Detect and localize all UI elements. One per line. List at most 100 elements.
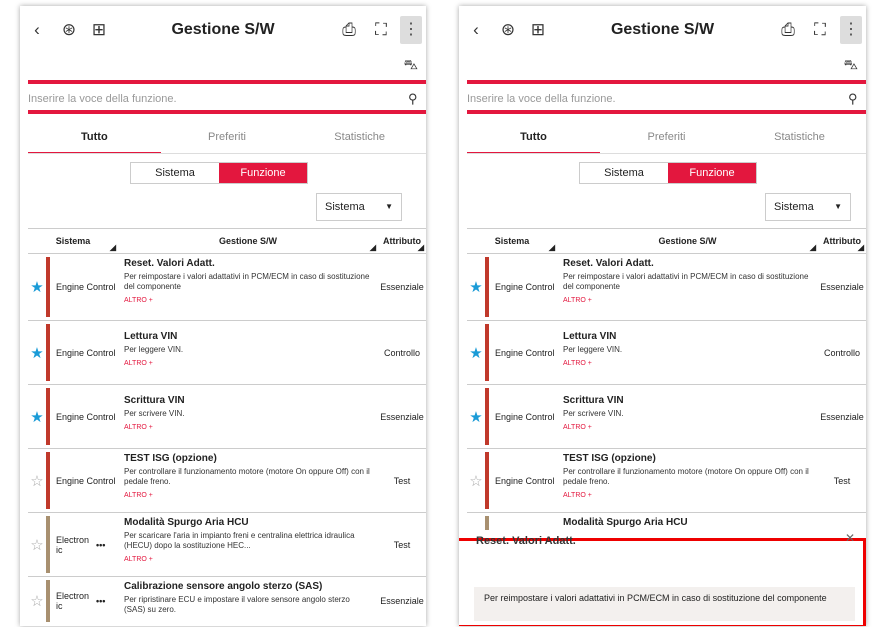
tab-underline — [28, 153, 426, 154]
segment-function[interactable]: Funzione — [219, 163, 307, 183]
attribute: Test — [393, 475, 411, 486]
function-cell: Lettura VIN Per leggere VIN. ALTRO + — [118, 321, 378, 384]
attribute: Controllo — [823, 347, 861, 358]
sort-icon: ◢ — [369, 243, 376, 252]
search-input[interactable]: Inserire la voce della funzione. — [28, 93, 408, 105]
divider — [28, 110, 426, 114]
tab-favorites[interactable]: Preferiti — [600, 124, 733, 154]
search-icon[interactable]: ⚲ — [848, 91, 866, 107]
function-description: Per scrivere VIN. — [563, 409, 624, 418]
more-link[interactable]: ALTRO + — [563, 424, 812, 431]
function-title: Modalità Spurgo Aria HCU — [124, 517, 249, 528]
sort-select[interactable]: Sistema ▼ — [765, 193, 851, 221]
favorite-star-icon[interactable]: ☆ — [28, 449, 46, 512]
attribute: Essenziale — [380, 411, 424, 422]
table-row[interactable]: ★ Engine Control Reset. Valori Adatt. Pe… — [467, 254, 866, 321]
table-row[interactable]: ★ Engine Control Scrittura VIN Per scriv… — [467, 385, 866, 449]
favorite-star-icon[interactable]: ☆ — [467, 449, 485, 512]
description-popup: Reset. Valori Adatt. ✕ Per reimpostare i… — [459, 531, 866, 626]
table-row[interactable]: ☆ Engine Control TEST ISG (opzione) Per … — [467, 449, 866, 513]
tab-statistics[interactable]: Statistiche — [733, 124, 866, 154]
car-icon[interactable]: ⛍ — [404, 56, 418, 75]
more-link[interactable]: ALTRO + — [124, 297, 372, 304]
favorite-star-icon[interactable]: ☆ — [28, 577, 46, 625]
top-bar: ‹ ⊛ ⊞ Gestione S/W ⎙ ⛶ ⋮ — [459, 6, 866, 54]
favorite-star-icon[interactable]: ★ — [28, 254, 46, 320]
print-icon[interactable]: ⎙ — [338, 20, 360, 40]
tab-bar: Tutto Preferiti Statistiche — [28, 124, 426, 154]
table-row[interactable]: ★ Engine Control Lettura VIN Per leggere… — [28, 321, 426, 385]
favorite-star-icon[interactable] — [467, 513, 485, 533]
divider — [28, 80, 426, 84]
tab-all[interactable]: Tutto — [467, 124, 600, 154]
attribute — [818, 513, 866, 533]
close-icon[interactable]: ✕ — [845, 531, 855, 545]
more-link[interactable]: ALTRO + — [124, 556, 372, 563]
table-row[interactable]: ☆ Electron ic ••• Calibrazione sensore an… — [28, 577, 426, 625]
favorite-star-icon[interactable]: ★ — [28, 321, 46, 384]
favorite-star-icon[interactable]: ★ — [467, 321, 485, 384]
search-bar[interactable]: Inserire la voce della funzione. ⚲ — [467, 90, 866, 108]
table-row[interactable]: ★ Engine Control Reset. Valori Adatt. Pe… — [28, 254, 426, 321]
table-row[interactable]: ★ Engine Control Lettura VIN Per leggere… — [467, 321, 866, 385]
favorite-star-icon[interactable]: ☆ — [28, 513, 46, 576]
column-system[interactable]: Sistema ◢ — [467, 236, 557, 252]
more-menu-icon[interactable]: ⋮ — [840, 16, 862, 44]
more-dots-icon[interactable]: ••• — [96, 540, 105, 550]
column-attribute[interactable]: Attributo ◢ — [818, 236, 866, 252]
more-link[interactable]: ALTRO + — [563, 297, 812, 304]
system-name: Engine Control — [56, 347, 116, 358]
function-title: Reset. Valori Adatt. — [563, 258, 654, 269]
favorite-star-icon[interactable]: ★ — [28, 385, 46, 448]
fullscreen-icon[interactable]: ⛶ — [370, 20, 392, 40]
function-title: Modalità Spurgo Aria HCU — [563, 517, 688, 528]
segment-function[interactable]: Funzione — [668, 163, 756, 183]
more-link[interactable]: ALTRO + — [124, 360, 372, 367]
popup-body: Per reimpostare i valori adattativi in P… — [474, 587, 855, 621]
segment-system[interactable]: Sistema — [131, 163, 219, 183]
column-function[interactable]: Gestione S/W ◢ — [118, 236, 378, 252]
more-link[interactable]: ALTRO + — [563, 492, 812, 499]
favorite-star-icon[interactable]: ★ — [467, 385, 485, 448]
function-description: Per scaricare l'aria in impianto freni e… — [124, 531, 355, 550]
column-attribute[interactable]: Attributo ◢ — [378, 236, 426, 252]
function-description: Per reimpostare i valori adattativi in P… — [563, 272, 809, 291]
function-cell: Reset. Valori Adatt. Per reimpostare i v… — [557, 254, 818, 320]
function-cell: Lettura VIN Per leggere VIN. ALTRO + — [557, 321, 818, 384]
more-link[interactable]: ALTRO + — [124, 492, 372, 499]
function-title: Reset. Valori Adatt. — [124, 258, 215, 269]
function-cell: Calibrazione sensore angolo sterzo (SAS)… — [118, 577, 378, 625]
column-function[interactable]: Gestione S/W ◢ — [557, 236, 818, 252]
function-description: Per ripristinare ECU e impostare il valo… — [124, 595, 350, 614]
tab-underline — [467, 153, 866, 154]
table-row[interactable]: ☆ Engine Control TEST ISG (opzione) Per … — [28, 449, 426, 513]
tab-all[interactable]: Tutto — [28, 124, 161, 154]
car-icon[interactable]: ⛍ — [844, 56, 858, 75]
favorite-star-icon[interactable]: ★ — [467, 254, 485, 320]
attribute: Essenziale — [380, 282, 424, 292]
dropdown-arrow-icon: ▼ — [834, 202, 842, 211]
tab-statistics[interactable]: Statistiche — [293, 124, 426, 154]
function-cell: Scrittura VIN Per scrivere VIN. ALTRO + — [557, 385, 818, 448]
more-link[interactable]: ALTRO + — [563, 360, 812, 367]
search-icon[interactable]: ⚲ — [408, 91, 426, 107]
search-bar[interactable]: Inserire la voce della funzione. ⚲ — [28, 90, 426, 108]
more-link[interactable]: ALTRO + — [124, 424, 372, 431]
function-title: TEST ISG (opzione) — [124, 453, 217, 464]
function-cell: TEST ISG (opzione) Per controllare il fu… — [557, 449, 818, 512]
function-cell: Reset. Valori Adatt. Per reimpostare i v… — [118, 254, 378, 320]
fullscreen-icon[interactable]: ⛶ — [809, 20, 831, 40]
sort-select[interactable]: Sistema ▼ — [316, 193, 402, 221]
more-dots-icon[interactable]: ••• — [96, 596, 105, 606]
search-input[interactable]: Inserire la voce della funzione. — [467, 93, 848, 105]
tab-bar: Tutto Preferiti Statistiche — [467, 124, 866, 154]
function-description: Per reimpostare i valori adattativi in P… — [124, 272, 370, 291]
column-system[interactable]: Sistema ◢ — [28, 236, 118, 252]
table-row[interactable]: ★ Engine Control Scrittura VIN Per scriv… — [28, 385, 426, 449]
table-row[interactable]: ☆ Electron ic ••• Modalità Spurgo Aria HC… — [28, 513, 426, 577]
tab-favorites[interactable]: Preferiti — [161, 124, 294, 154]
table-row[interactable]: Modalità Spurgo Aria HCU — [467, 513, 866, 533]
print-icon[interactable]: ⎙ — [777, 20, 799, 40]
more-menu-icon[interactable]: ⋮ — [400, 16, 422, 44]
segment-system[interactable]: Sistema — [580, 163, 668, 183]
